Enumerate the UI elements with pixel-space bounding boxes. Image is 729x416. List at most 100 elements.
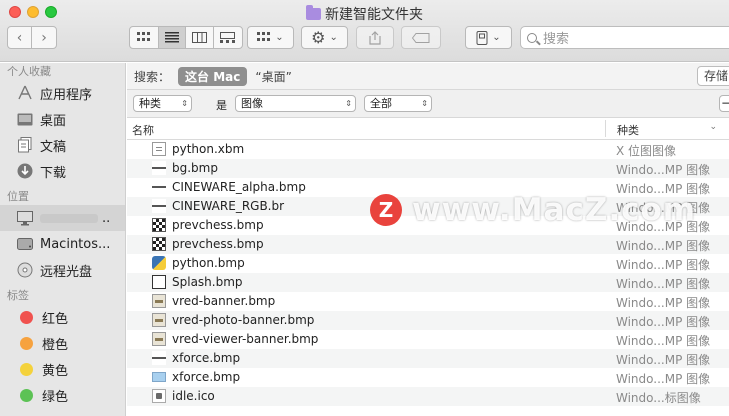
forward-button[interactable]: › [32, 27, 56, 48]
hard-disk-icon [16, 235, 34, 253]
bmp-file-icon [152, 199, 166, 213]
sidebar-heading-favorites: 个人收藏 [7, 65, 51, 78]
toolbar: 新建智能文件夹 ‹ › ⌄ ⚙ ⌄ ⌄ 搜索 [0, 0, 729, 62]
redacted-computer-name [40, 213, 98, 223]
save-search-button[interactable]: 存储 [696, 66, 729, 86]
group-by-button[interactable]: ⌄ [247, 26, 294, 49]
sidebar-item-downloads[interactable]: 下载 [0, 158, 125, 184]
sidebar-item-documents[interactable]: 文稿 [0, 132, 125, 158]
sidebar-heading-locations: 位置 [7, 190, 29, 203]
share-icon [369, 30, 381, 45]
search-criteria-row: 种类 ⇕ 是 图像 ⇕ 全部 ⇕ − [127, 90, 729, 118]
yellow-tag-dot-icon [20, 362, 33, 376]
gallery-view-button[interactable] [214, 27, 242, 48]
group-grid-icon [257, 32, 271, 41]
gallery-icon [220, 32, 236, 43]
square-file-icon [152, 275, 166, 289]
sidebar-item-remote-disc[interactable]: 远程光盘 [0, 257, 125, 283]
view-mode-segment [129, 26, 243, 49]
tag-icon [412, 32, 430, 43]
computer-icon [16, 209, 34, 227]
downloads-icon [16, 162, 34, 180]
updown-chevron-icon: ⇕ [345, 99, 352, 108]
scope-this-mac-button[interactable]: 这台 Mac [178, 66, 248, 86]
finder-window: 新建智能文件夹 ‹ › ⌄ ⚙ ⌄ ⌄ 搜索 个人收藏 应用程序 桌面 文稿 下… [0, 0, 729, 416]
file-row[interactable]: python.bmp Windo...MP 图像 [127, 254, 729, 273]
red-tag-dot-icon [20, 310, 33, 324]
kind-column-header[interactable]: 种类 [617, 122, 639, 138]
remove-criteria-button[interactable]: − [719, 95, 729, 112]
python-file-icon [152, 256, 166, 270]
checker-file-icon [152, 218, 166, 232]
quick-look-icon [476, 30, 488, 45]
chevron-down-icon: ⌄ [275, 32, 284, 43]
search-field[interactable]: 搜索 [520, 26, 729, 49]
action-menu-button[interactable]: ⚙ ⌄ [301, 26, 348, 49]
file-row[interactable]: prevchess.bmp Windo...MP 图像 [127, 235, 729, 254]
search-scope-bar: 搜索： 这台 Mac “桌面” 存储 [127, 63, 729, 90]
search-placeholder: 搜索 [543, 32, 570, 47]
tag-button[interactable] [401, 26, 441, 49]
scope-desktop-button[interactable]: “桌面” [255, 68, 291, 85]
sidebar-item-computer[interactable]: .. [0, 205, 125, 231]
sidebar-tag-green[interactable]: 绿色 [0, 382, 125, 408]
navigation-buttons: ‹ › [7, 26, 57, 49]
watermark-text: www.MacZ.com [412, 192, 697, 228]
file-row[interactable]: idle.ico Windo...标图像 [127, 387, 729, 406]
ico-file-icon [152, 389, 166, 403]
sidebar-item-desktop[interactable]: 桌面 [0, 106, 125, 132]
file-row[interactable]: xforce.bmp Windo...MP 图像 [127, 368, 729, 387]
file-row[interactable]: xforce.bmp Windo...MP 图像 [127, 349, 729, 368]
list-icon [164, 32, 179, 43]
search-icon [527, 32, 537, 43]
documents-icon [16, 136, 34, 154]
name-column-header[interactable]: 名称 [132, 122, 154, 138]
sidebar-tag-yellow[interactable]: 黄色 [0, 356, 125, 382]
sidebar-tag-red[interactable]: 红色 [0, 304, 125, 330]
banner-file-icon [152, 313, 166, 327]
file-row[interactable]: vred-photo-banner.bmp Windo...MP 图像 [127, 311, 729, 330]
columns-icon [191, 32, 207, 43]
column-header: 名称 种类 ⌄ [127, 118, 729, 140]
smart-folder-icon [306, 5, 321, 20]
bmp-file-icon [152, 161, 166, 175]
quick-look-button[interactable]: ⌄ [465, 26, 512, 49]
watermark-logo-icon: Z [370, 194, 402, 226]
bmp-file-icon [152, 351, 166, 365]
sort-chevron-icon: ⌄ [709, 122, 717, 132]
sidebar: 个人收藏 应用程序 桌面 文稿 下载 位置 .. Macintos... 远程光… [0, 63, 126, 416]
updown-chevron-icon: ⇕ [421, 99, 428, 108]
gear-icon: ⚙ [311, 28, 326, 47]
sidebar-item-applications[interactable]: 应用程序 [0, 80, 125, 106]
main-pane: 搜索： 这台 Mac “桌面” 存储 种类 ⇕ 是 图像 ⇕ 全部 ⇕ − 名称 [127, 63, 729, 416]
list-view-button[interactable] [158, 27, 187, 48]
file-row[interactable]: bg.bmp Windo...MP 图像 [127, 159, 729, 178]
file-row[interactable]: Splash.bmp Windo...MP 图像 [127, 273, 729, 292]
banner-file-icon [152, 294, 166, 308]
file-list: python.xbm X 位图图像 bg.bmp Windo...MP 图像 C… [127, 140, 729, 406]
operator-label: 是 [216, 99, 227, 112]
icon-view-button[interactable] [130, 27, 159, 48]
window-title: 新建智能文件夹 [0, 4, 729, 24]
share-button[interactable] [356, 26, 394, 49]
file-row[interactable]: python.xbm X 位图图像 [127, 140, 729, 159]
applications-icon [16, 84, 34, 102]
bmp-file-icon [152, 180, 166, 194]
updown-chevron-icon: ⇕ [181, 99, 188, 108]
watermark: Z www.MacZ.com [370, 190, 729, 230]
column-view-button[interactable] [186, 27, 214, 48]
chevron-left-icon: ‹ [16, 29, 23, 46]
file-row[interactable]: vred-viewer-banner.bmp Windo...MP 图像 [127, 330, 729, 349]
chevron-right-icon: › [41, 29, 47, 46]
sidebar-tag-orange[interactable]: 橙色 [0, 330, 125, 356]
back-button[interactable]: ‹ [8, 27, 33, 48]
chevron-down-icon: ⌄ [492, 32, 501, 43]
column-divider[interactable] [605, 120, 606, 137]
sidebar-item-macintosh-hd[interactable]: Macintos... [0, 231, 125, 257]
file-row[interactable]: vred-banner.bmp Windo...MP 图像 [127, 292, 729, 311]
value-popup[interactable]: 图像 ⇕ [235, 95, 356, 112]
banner-file-icon [152, 332, 166, 346]
attribute-popup[interactable]: 种类 ⇕ [133, 95, 192, 112]
orange-tag-dot-icon [20, 336, 33, 350]
qualifier-popup[interactable]: 全部 ⇕ [364, 95, 432, 112]
